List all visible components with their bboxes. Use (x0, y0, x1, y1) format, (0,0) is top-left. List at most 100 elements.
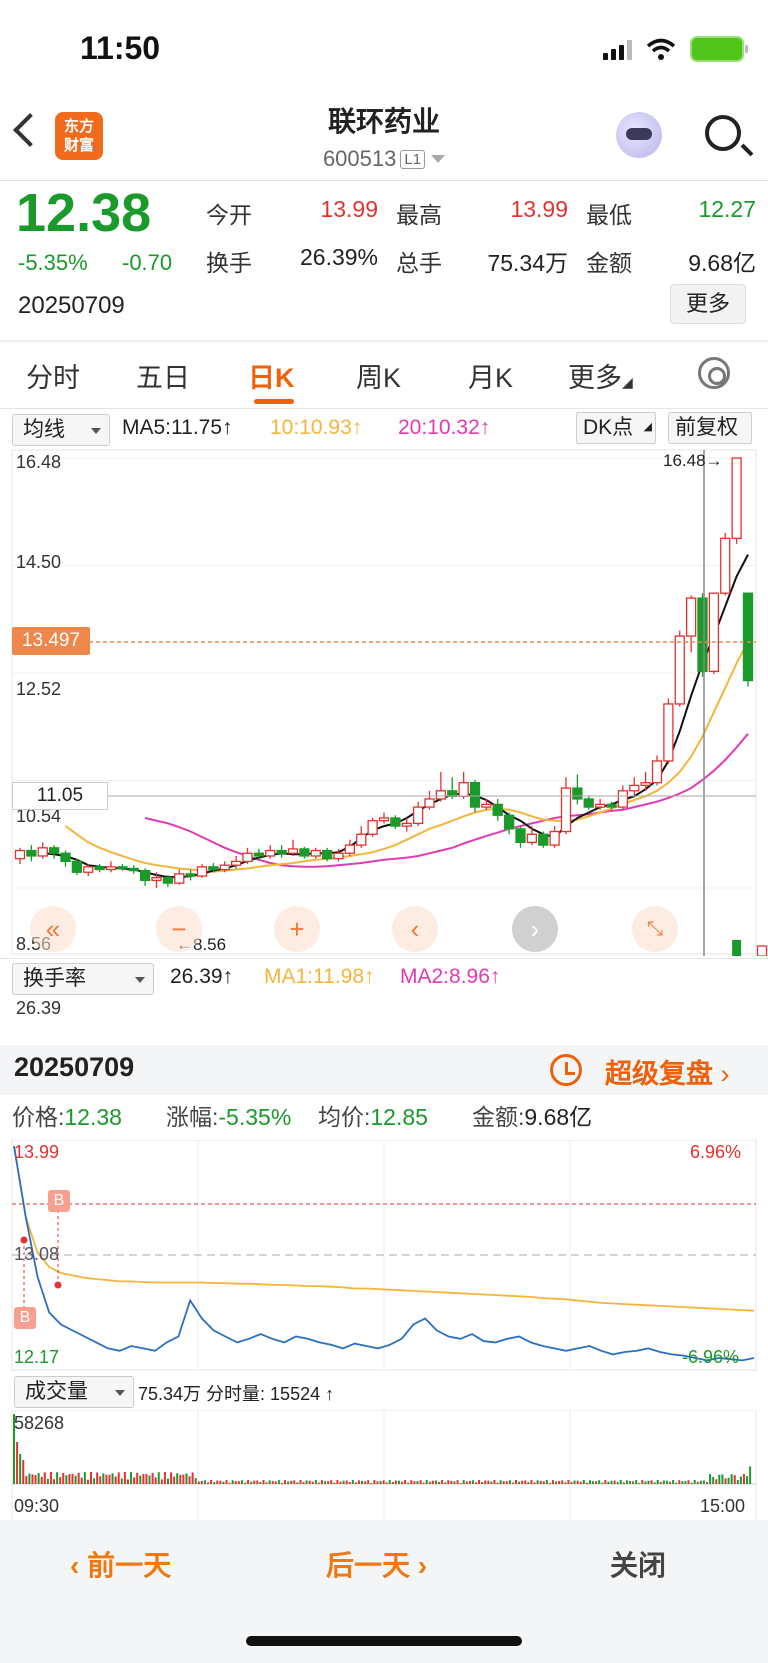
volume-bar (699, 1480, 702, 1484)
volume-bar (598, 1480, 601, 1484)
candle-body (629, 784, 640, 792)
candle-body (356, 833, 367, 846)
tab-daily-k[interactable]: 日K (248, 356, 295, 395)
history-icon[interactable] (550, 1054, 582, 1086)
tabs-divider (0, 408, 768, 409)
volume-bar (157, 1472, 160, 1484)
volume-bar (595, 1481, 598, 1484)
candle-body (48, 847, 60, 854)
indicator-select[interactable]: 均线 (12, 414, 110, 446)
volume-bar (622, 1482, 625, 1484)
volume-bar (373, 1480, 376, 1484)
volume-bar (244, 1482, 246, 1484)
volume-bar (536, 1480, 539, 1484)
close-button[interactable]: 关闭 (610, 1544, 666, 1584)
replay-avg: 均价:12.85 (318, 1104, 428, 1130)
time-start: 09:30 (14, 1496, 60, 1516)
candle-body (128, 867, 139, 872)
volume-bar (632, 1481, 635, 1484)
assistant-robot-icon[interactable] (616, 112, 662, 158)
candle-body (663, 703, 674, 762)
volume-bar (610, 1480, 613, 1484)
volume-select[interactable]: 成交量 (14, 1376, 134, 1408)
scroll-left-fast-icon[interactable]: « (30, 906, 76, 952)
volume-bar (148, 1475, 151, 1484)
volume-bar (592, 1481, 595, 1484)
volume-bar (398, 1480, 400, 1484)
volume-bar (268, 1480, 271, 1484)
volume-bar (672, 1480, 675, 1484)
replay-amount: 金额:9.68亿 (472, 1104, 593, 1130)
volume-bar (505, 1481, 508, 1484)
dk-point-button[interactable]: DK点 ◢ (576, 412, 656, 444)
volume-bar (228, 1482, 231, 1484)
ma20-text: 20:10.32↑ (398, 416, 491, 439)
candle-body (594, 803, 606, 808)
volume-bar (428, 1481, 431, 1484)
tab-weekly-k[interactable]: 周K (356, 356, 401, 395)
change-amount: -0.70 (122, 250, 173, 275)
volume-bar (450, 1480, 453, 1484)
zoom-in-icon[interactable]: + (274, 906, 320, 952)
super-replay-link[interactable]: 超级复盘 › (605, 1052, 730, 1091)
volume-bar (173, 1476, 176, 1484)
volume-bar (311, 1481, 314, 1484)
candle-body (94, 866, 105, 871)
tab-five-day[interactable]: 五日 (136, 356, 190, 395)
volume-bar (99, 1476, 102, 1484)
volume-bar (539, 1480, 542, 1484)
tab-intraday[interactable]: 分时 (26, 356, 80, 395)
gear-icon[interactable] (698, 357, 730, 389)
volume-bar (709, 1474, 712, 1484)
volume-bar (250, 1481, 253, 1484)
caret-down-icon (135, 977, 145, 983)
candle-body (572, 787, 583, 800)
scroll-right-icon[interactable]: › (512, 906, 558, 952)
candle-body (26, 849, 37, 857)
turnover-select[interactable]: 换手率 (12, 963, 154, 995)
fullscreen-icon[interactable]: ⤡ (632, 906, 678, 952)
zoom-out-icon[interactable]: − (156, 906, 202, 952)
candle-body (219, 864, 230, 871)
tab-monthly-k[interactable]: 月K (468, 356, 513, 395)
candle-body (105, 866, 117, 871)
volume-bar (724, 1478, 727, 1484)
intraday-chart[interactable] (0, 1140, 768, 1372)
volume-bar (185, 1473, 188, 1484)
volume-bar (656, 1480, 659, 1484)
candle-body (583, 798, 594, 808)
adjust-mode-button[interactable]: 前复权 (668, 412, 752, 444)
prev-day-button[interactable]: ‹ 前一天 (70, 1544, 171, 1584)
volume-text: 75.34万 分时量: 15524 ↑ (138, 1384, 335, 1404)
candle-body (321, 849, 333, 860)
volume-bar (40, 1476, 43, 1484)
volume-bar (31, 1474, 34, 1484)
volume-bar (130, 1472, 133, 1484)
ma10-text: 10:10.93↑ (270, 416, 363, 439)
kline-chart[interactable] (0, 448, 768, 956)
more-button[interactable]: 更多 (670, 284, 746, 324)
volume-bar (194, 1478, 197, 1484)
candle-body (526, 833, 538, 844)
volume-bar (573, 1480, 576, 1484)
volume-bar (219, 1480, 222, 1484)
volume-bar (231, 1480, 234, 1484)
volume-bar (90, 1472, 92, 1484)
volume-label: 总手 (396, 250, 442, 276)
volume-bar (102, 1473, 105, 1484)
tab-more[interactable]: 更多◢ (568, 356, 633, 395)
candle-body (720, 537, 731, 594)
search-icon[interactable] (705, 115, 741, 151)
volume-bar (434, 1480, 437, 1484)
volume-bar (114, 1476, 117, 1484)
volume-bar (271, 1480, 274, 1484)
wifi-icon (646, 38, 676, 60)
scroll-left-icon[interactable]: ‹ (392, 906, 438, 952)
candle-body (208, 866, 219, 871)
next-day-button[interactable]: 后一天 › (326, 1544, 427, 1584)
volume-bar (53, 1479, 56, 1484)
volume-bar (330, 1480, 333, 1484)
candle-body (276, 849, 287, 854)
candle-body (265, 849, 276, 857)
volume-bar (207, 1482, 210, 1484)
